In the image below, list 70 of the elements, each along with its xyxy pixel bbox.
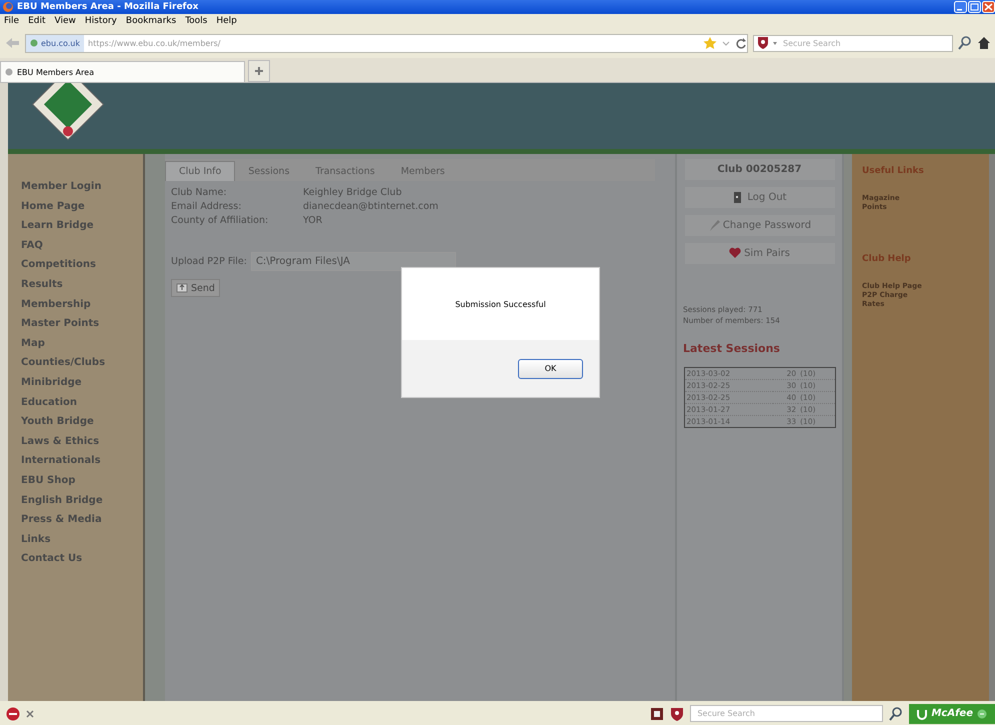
sidebar-link[interactable]: FAQ [21, 236, 43, 256]
field-value: dianecdean@btinternet.com [303, 201, 440, 212]
sidebar-link[interactable]: Membership [21, 294, 91, 314]
maximize-icon[interactable] [968, 1, 981, 13]
tab[interactable]: Members [388, 161, 458, 181]
sidebar-link[interactable]: Press & Media [21, 510, 102, 530]
sidebar-link[interactable]: Links [21, 530, 51, 550]
new-tab-button[interactable] [248, 60, 270, 82]
address-bar[interactable]: ebu.co.uk https://www.ebu.co.uk/members/ [25, 34, 748, 52]
menu-item[interactable]: History [84, 16, 117, 26]
dialog-message: Submission Successful [454, 298, 547, 310]
section-heading: Latest Sessions [683, 342, 780, 355]
panel-button[interactable]: Change Password [684, 215, 834, 236]
menu-item[interactable]: Edit [28, 16, 46, 26]
field-label: County of Affiliation: [171, 215, 270, 226]
tab[interactable]: Transactions [302, 161, 388, 181]
panel-button[interactable]: Sim Pairs [684, 243, 834, 264]
window-title: EBU Members Area - Mozilla Firefox [17, 2, 200, 12]
sidebar-link[interactable]: EBU Shop [21, 470, 76, 490]
menu-item[interactable]: File [4, 16, 20, 26]
menu-item[interactable]: View [54, 16, 76, 26]
tab[interactable]: Sessions [235, 161, 303, 181]
sidebar-link[interactable]: Home Page [21, 196, 85, 216]
plus-icon [254, 66, 264, 76]
tab[interactable]: Club Info [165, 161, 236, 181]
sidebar-link[interactable]: Competitions [21, 255, 96, 275]
sidebar-link[interactable]: English Bridge [21, 490, 103, 510]
security-badge[interactable]: McAfee [909, 704, 995, 724]
field-label: Upload P2P File: [171, 256, 247, 267]
field-value: Keighley Bridge Club [303, 187, 403, 198]
menu-item[interactable]: Bookmarks [126, 16, 176, 26]
url-text: https://www.ebu.co.uk/members/ [88, 38, 222, 48]
sidebar-link[interactable]: Minibridge [21, 372, 82, 393]
ok-button[interactable]: OK [518, 358, 583, 378]
sidebar-link[interactable]: Laws & Ethics [21, 432, 100, 452]
file-field[interactable]: C:\Program Files\JA [250, 252, 456, 271]
sidebar-link[interactable]: Results [21, 274, 63, 295]
sidebar-link[interactable]: Master Points [21, 314, 100, 334]
panel-button[interactable]: Log Out [684, 187, 834, 208]
search-bar[interactable]: Secure Search [753, 34, 953, 52]
field-value: YOR [303, 215, 324, 226]
upload-icon [176, 282, 188, 294]
menu-item[interactable]: Help [216, 16, 237, 26]
browser-logo-icon [2, 1, 14, 13]
sidebar-link[interactable]: Learn Bridge [21, 216, 94, 236]
send-button[interactable]: Send [171, 279, 220, 297]
field-label: Club Name: [171, 187, 228, 198]
club-title: Club 00205287 [684, 159, 834, 180]
home-icon[interactable] [977, 36, 991, 50]
minimize-icon[interactable] [954, 1, 967, 13]
square-icon[interactable] [650, 706, 664, 720]
field-label: Email Address: [171, 201, 242, 212]
heart-icon [729, 247, 742, 260]
sidebar-link[interactable]: Member Login [21, 177, 102, 197]
sidebar-link[interactable]: Internationals [21, 451, 101, 471]
sidebar-link[interactable]: Counties/Clubs [21, 353, 106, 373]
pencil-icon [708, 219, 720, 232]
sidebar-link[interactable]: Map [21, 334, 45, 354]
star-icon[interactable] [703, 36, 717, 50]
browser-tab[interactable]: EBU Members Area [0, 61, 245, 82]
search-icon[interactable] [958, 36, 972, 50]
block-icon[interactable] [6, 706, 20, 720]
reload-icon[interactable] [735, 37, 747, 49]
search-bar[interactable]: Secure Search [690, 705, 884, 722]
sidebar-link[interactable]: Education [21, 392, 77, 412]
sidebar-link[interactable]: Youth Bridge [21, 412, 94, 432]
close-icon[interactable] [26, 710, 34, 718]
search-icon[interactable] [889, 706, 904, 720]
sidebar-link[interactable]: Contact Us [21, 549, 82, 569]
menu-item[interactable]: Tools [185, 16, 208, 26]
